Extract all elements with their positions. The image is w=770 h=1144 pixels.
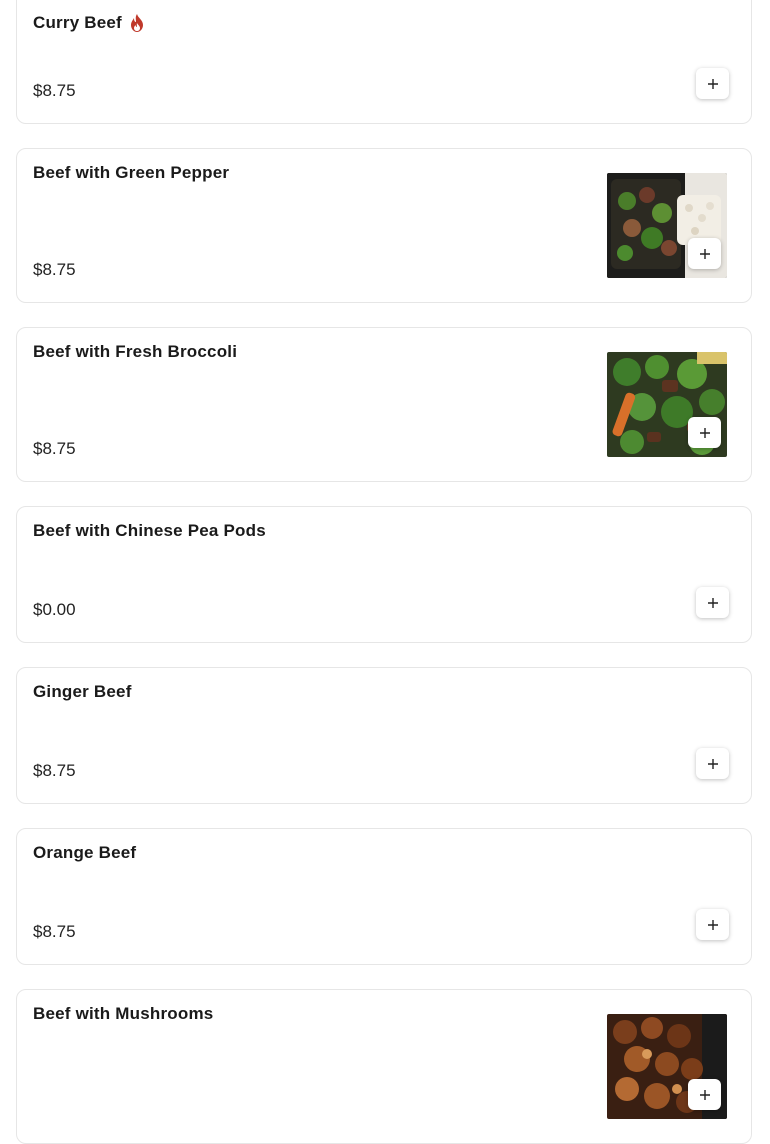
add-item-button[interactable]	[688, 238, 721, 269]
add-item-button[interactable]	[688, 417, 721, 448]
menu-item-price: $8.75	[33, 922, 76, 941]
plus-icon	[707, 597, 718, 608]
menu-item-card[interactable]: Beef with Green Pepper $8.75	[16, 148, 752, 303]
plus-icon	[699, 248, 710, 259]
add-item-button[interactable]	[696, 748, 729, 779]
menu-item-name: Ginger Beef	[33, 682, 132, 701]
menu-item-price: $8.75	[33, 761, 76, 780]
add-item-button[interactable]	[696, 587, 729, 618]
fire-icon	[128, 13, 146, 33]
menu-item-name: Orange Beef	[33, 843, 137, 862]
menu-item-card[interactable]: Beef with Mushrooms	[16, 989, 752, 1144]
plus-icon	[707, 78, 718, 89]
menu-item-price: $8.75	[33, 439, 76, 458]
menu-item-price: $0.00	[33, 600, 76, 619]
menu-item-price: $8.75	[33, 81, 76, 100]
plus-icon	[707, 758, 718, 769]
menu-item-price: $8.75	[33, 260, 76, 279]
menu-item-card[interactable]: Curry Beef $8.75	[16, 0, 752, 124]
menu-item-card[interactable]: Orange Beef $8.75	[16, 828, 752, 965]
menu-item-name-row: Curry Beef	[33, 13, 146, 33]
plus-icon	[699, 427, 710, 438]
menu-item-name: Beef with Green Pepper	[33, 163, 230, 182]
add-item-button[interactable]	[688, 1079, 721, 1110]
menu-item-name: Beef with Fresh Broccoli	[33, 342, 238, 361]
menu-item-name: Curry Beef	[33, 13, 122, 32]
plus-icon	[699, 1089, 710, 1100]
menu-item-name: Beef with Mushrooms	[33, 1004, 214, 1023]
menu-item-card[interactable]: Beef with Fresh Broccoli $8.75	[16, 327, 752, 482]
menu-item-card[interactable]: Ginger Beef $8.75	[16, 667, 752, 804]
plus-icon	[707, 919, 718, 930]
menu-item-name: Beef with Chinese Pea Pods	[33, 521, 266, 540]
menu-item-card[interactable]: Beef with Chinese Pea Pods $0.00	[16, 506, 752, 643]
add-item-button[interactable]	[696, 68, 729, 99]
add-item-button[interactable]	[696, 909, 729, 940]
